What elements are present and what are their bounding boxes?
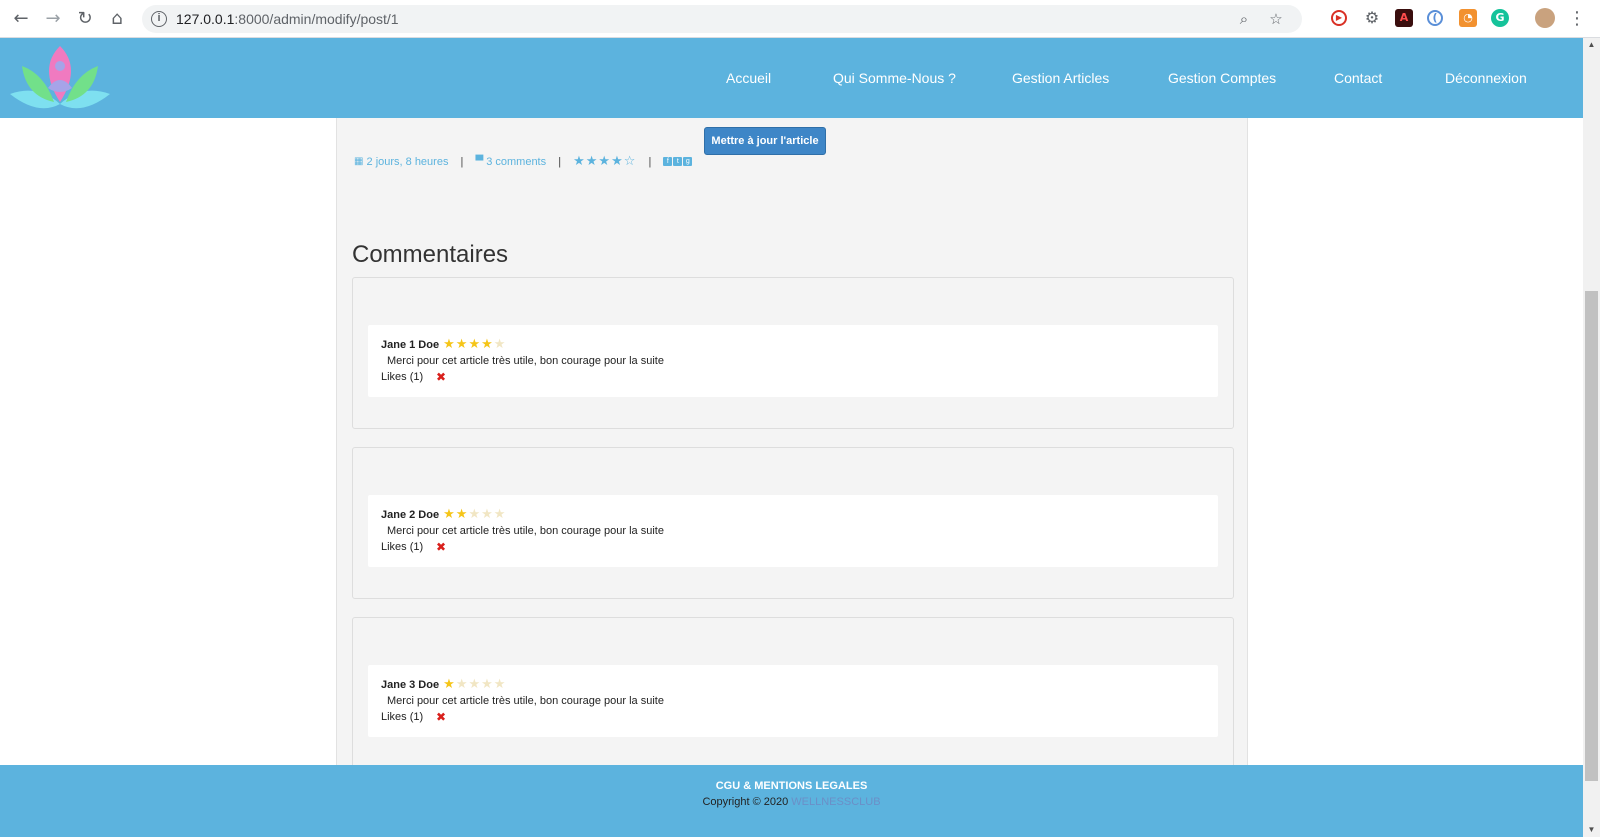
comment-body: Jane 1 Doe ★★★★★ Merci pour cet article … — [368, 325, 1218, 397]
menu-dots-icon[interactable]: ⋮ — [1568, 8, 1586, 30]
extension-gear-icon[interactable]: ⚙ — [1363, 9, 1381, 27]
likes-button[interactable]: Likes (1) — [381, 711, 423, 723]
nav-accueil[interactable]: Accueil — [726, 38, 771, 118]
scroll-down-arrow-icon[interactable]: ▼ — [1583, 823, 1600, 837]
comments-count-link[interactable]: 3 comments — [486, 156, 546, 168]
browser-toolbar: ← → ↻ ⌂ i 127.0.0.1:8000/admin/modify/po… — [0, 0, 1600, 38]
cgu-link[interactable]: CGU & MENTIONS LEGALES — [0, 780, 1583, 792]
nav-gestion-comptes[interactable]: Gestion Comptes — [1168, 38, 1276, 118]
comment-author: Jane 3 Doe ★★★★★ — [381, 677, 507, 692]
address-bar[interactable]: i 127.0.0.1:8000/admin/modify/post/1 ⌕ ☆ — [142, 5, 1302, 33]
zoom-icon[interactable]: ⌕ — [1236, 11, 1252, 27]
nav-contact[interactable]: Contact — [1334, 38, 1382, 118]
likes-button[interactable]: Likes (1) — [381, 371, 423, 383]
meta-separator: | — [558, 155, 562, 168]
home-icon[interactable]: ⌂ — [106, 8, 128, 30]
back-icon[interactable]: ← — [10, 8, 32, 30]
site-header: Accueil Qui Somme-Nous ? Gestion Article… — [0, 38, 1583, 118]
comments-heading: Commentaires — [352, 241, 509, 268]
site-info-icon[interactable]: i — [151, 11, 167, 27]
article-date[interactable]: 2 jours, 8 heures — [367, 156, 449, 168]
rss-icon[interactable]: ◔ — [1459, 9, 1477, 27]
update-article-button[interactable]: Mettre à jour l'article — [704, 127, 826, 155]
comment-rating-stars: ★★★★★ — [443, 337, 507, 352]
twitter-icon[interactable]: t — [673, 157, 683, 166]
comment-text: Merci pour cet article très utile, bon c… — [387, 355, 664, 367]
comment-bubble-icon: ▀ — [475, 156, 484, 167]
comment-card: Jane 1 Doe ★★★★★ Merci pour cet article … — [352, 277, 1234, 429]
comment-card: Jane 2 Doe ★★★★★ Merci pour cet article … — [352, 447, 1234, 599]
comment-card: Jane 3 Doe ★★★★★ Merci pour cet article … — [352, 617, 1234, 769]
reload-icon[interactable]: ↻ — [74, 8, 96, 30]
comment-rating-stars: ★★★★★ — [443, 507, 507, 522]
comment-body: Jane 3 Doe ★★★★★ Merci pour cet article … — [368, 665, 1218, 737]
nav-deconnexion[interactable]: Déconnexion — [1445, 38, 1527, 118]
comment-rating-stars: ★★★★★ — [443, 677, 507, 692]
delete-icon[interactable]: ✖ — [436, 540, 446, 554]
copyright: Copyright © 2020 WELLNESSCLUB — [702, 796, 881, 808]
bookmark-star-icon[interactable]: ☆ — [1268, 11, 1284, 27]
scroll-up-arrow-icon[interactable]: ▲ — [1583, 38, 1600, 52]
facebook-icon[interactable]: f — [663, 157, 673, 166]
delete-icon[interactable]: ✖ — [436, 370, 446, 384]
google-plus-icon[interactable]: g — [683, 157, 693, 166]
comment-text: Merci pour cet article très utile, bon c… — [387, 695, 664, 707]
likes-button[interactable]: Likes (1) — [381, 541, 423, 553]
nav-gestion-articles[interactable]: Gestion Articles — [1012, 38, 1109, 118]
delete-icon[interactable]: ✖ — [436, 710, 446, 724]
url-text[interactable]: 127.0.0.1:8000/admin/modify/post/1 — [176, 11, 399, 27]
article-panel: Mettre à jour l'article ▦ 2 jours, 8 heu… — [336, 118, 1248, 769]
meta-separator: | — [460, 155, 464, 168]
article-meta: ▦ 2 jours, 8 heures | ▀ 3 comments | ★★★… — [354, 154, 693, 170]
grammarly-icon[interactable]: G — [1491, 9, 1509, 27]
brand-link[interactable]: WELLNESSCLUB — [791, 796, 880, 808]
avatar[interactable] — [1535, 8, 1555, 28]
calendar-icon: ▦ — [354, 156, 364, 167]
comment-author: Jane 2 Doe ★★★★★ — [381, 507, 507, 522]
page-scrollbar[interactable]: ▲ ▼ — [1583, 38, 1600, 837]
scrollbar-thumb[interactable] — [1585, 291, 1598, 781]
comment-author: Jane 1 Doe ★★★★★ — [381, 337, 507, 352]
comment-text: Merci pour cet article très utile, bon c… — [387, 525, 664, 537]
lotus-logo-icon[interactable] — [8, 44, 112, 112]
extension-pdf-icon[interactable]: A — [1395, 9, 1413, 27]
extension-shield-icon[interactable]: ▶ — [1331, 10, 1347, 26]
meta-separator: | — [648, 155, 652, 168]
forward-icon[interactable]: → — [42, 8, 64, 30]
site-footer: CGU & MENTIONS LEGALES Copyright © 2020 … — [0, 765, 1583, 837]
article-rating-stars[interactable]: ★★★★☆ — [573, 154, 636, 169]
extension-circle-icon[interactable]: ( — [1427, 10, 1443, 26]
comment-body: Jane 2 Doe ★★★★★ Merci pour cet article … — [368, 495, 1218, 567]
nav-qui-sommes-nous[interactable]: Qui Somme-Nous ? — [833, 38, 956, 118]
